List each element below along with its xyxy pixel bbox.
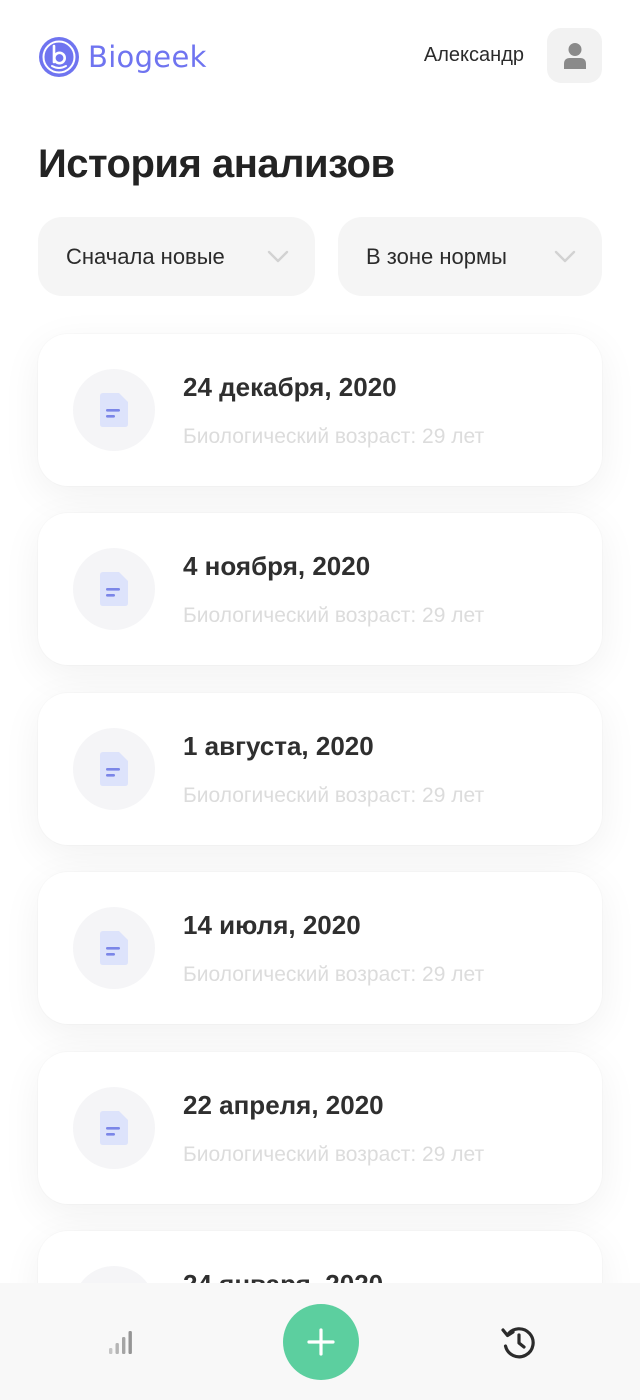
history-icon [501,1327,535,1359]
bottom-tab-bar [0,1283,640,1400]
document-icon [73,1266,155,1283]
analysis-date: 4 ноября, 2020 [183,551,371,581]
page-title: История анализов [38,142,395,186]
add-analysis-button[interactable] [283,1304,359,1380]
user-name[interactable]: Александр [424,44,524,67]
analysis-date: 24 декабря, 2020 [183,372,397,402]
biological-age: Биологический возраст: 29 лет [183,784,485,807]
document-icon [73,907,155,989]
analysis-card[interactable]: 14 июля, 2020 Биологический возраст: 29 … [38,872,602,1024]
brand-logo[interactable]: Biogeek [38,36,207,78]
analysis-card[interactable]: 24 декабря, 2020 Биологический возраст: … [38,334,602,486]
biological-age: Биологический возраст: 29 лет [183,963,485,986]
bar-chart-icon [109,1331,132,1354]
biological-age: Биологический возраст: 29 лет [183,425,485,448]
analysis-card[interactable]: 22 апреля, 2020 Биологический возраст: 2… [38,1052,602,1204]
analysis-date: 1 августа, 2020 [183,731,374,761]
tab-history[interactable] [496,1319,542,1365]
user-icon [563,42,586,69]
chevron-down-icon [554,250,576,263]
analyses-list: 24 декабря, 2020 Биологический возраст: … [0,0,640,1283]
document-icon [73,548,155,630]
analysis-date: 22 апреля, 2020 [183,1090,384,1120]
biological-age: Биологический возраст: 29 лет [183,1143,485,1166]
range-dropdown[interactable]: В зоне нормы [338,217,602,296]
biogeek-logo-icon [39,37,79,77]
analysis-card[interactable]: 4 ноября, 2020 Биологический возраст: 29… [38,513,602,665]
chevron-down-icon [267,250,289,263]
range-dropdown-label: В зоне нормы [366,243,507,269]
avatar-button[interactable] [547,28,602,83]
analysis-date: 24 января, 2020 [183,1269,383,1283]
sort-dropdown[interactable]: Сначала новые [38,217,315,296]
document-icon [73,728,155,810]
document-icon [73,1087,155,1169]
analysis-date: 14 июля, 2020 [183,910,361,940]
analysis-card[interactable]: 1 августа, 2020 Биологический возраст: 2… [38,693,602,845]
document-icon [73,369,155,451]
biological-age: Биологический возраст: 29 лет [183,604,485,627]
analysis-card[interactable]: 24 января, 2020 [38,1231,602,1283]
header: Biogeek Александр [0,0,640,110]
sort-dropdown-label: Сначала новые [66,243,225,269]
plus-icon [307,1328,335,1356]
brand-name: Biogeek [88,40,207,74]
tab-statistics[interactable] [98,1321,144,1361]
